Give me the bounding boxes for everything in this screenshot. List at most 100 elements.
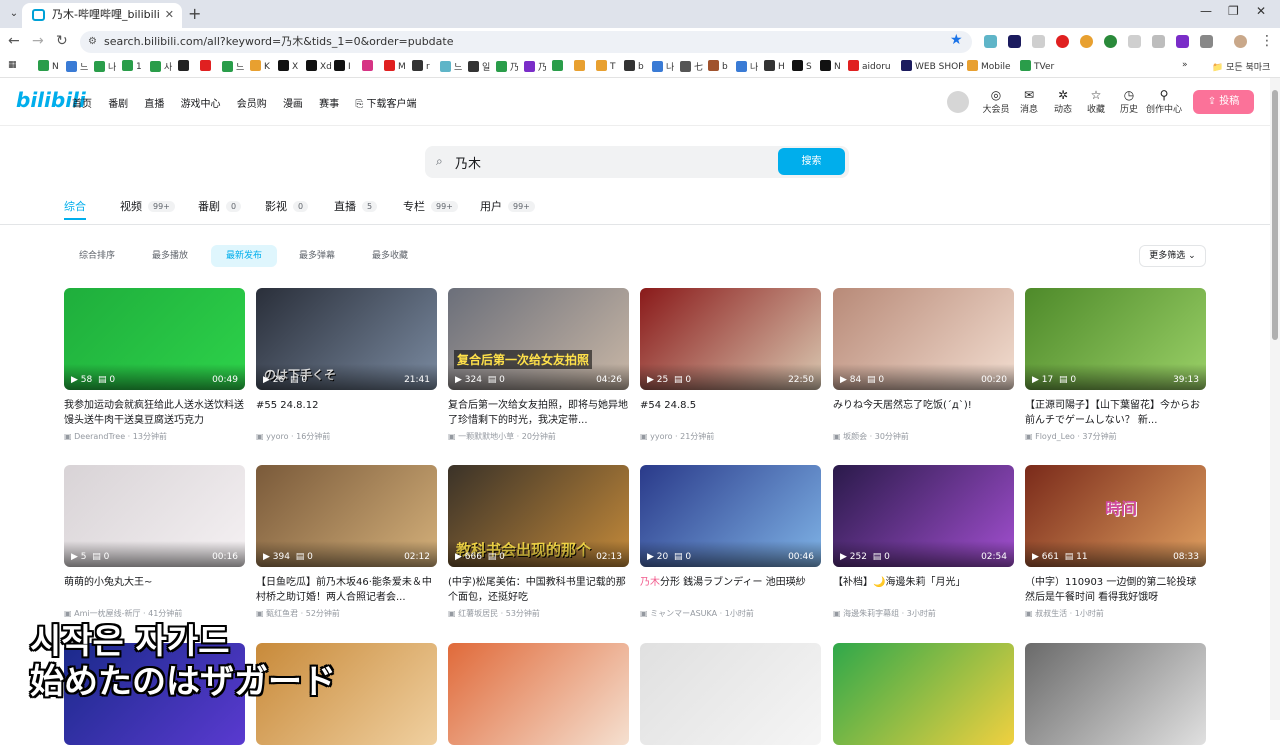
uploader-name[interactable]: 海邊朱莉字幕组 <box>843 609 899 618</box>
bookmark-item[interactable]: b <box>624 60 644 72</box>
nav-item[interactable]: 番剧 <box>108 99 128 110</box>
scrollbar[interactable] <box>1270 78 1280 720</box>
video-thumbnail[interactable] <box>833 643 1014 745</box>
bookmark-item[interactable] <box>362 60 376 72</box>
vip-icon[interactable]: ◎ 大会员 <box>981 88 1011 115</box>
sort-most-played[interactable]: 最多播放 <box>137 245 203 267</box>
bookmark-item[interactable]: N <box>820 60 841 72</box>
bookmark-star-icon[interactable]: ★ <box>950 32 963 48</box>
extension-icon[interactable] <box>1008 35 1021 48</box>
sort-most-danmaku[interactable]: 最多弹幕 <box>284 245 350 267</box>
back-icon[interactable]: ← <box>8 33 20 49</box>
bookmark-item[interactable] <box>552 60 566 72</box>
bookmark-item[interactable] <box>200 60 214 72</box>
tab-movie[interactable]: 影视 0 <box>265 198 309 214</box>
forward-icon[interactable]: → <box>32 33 44 49</box>
history-icon[interactable]: ◷ 历史 <box>1114 88 1144 115</box>
search-input[interactable] <box>455 150 765 174</box>
tab-all[interactable]: 综合 <box>64 198 86 214</box>
video-title[interactable]: 【正源司陽子】【山下葉留花】今からお前んチでゲームしない？ 新... <box>1025 398 1206 428</box>
tab-bangumi[interactable]: 番剧 0 <box>198 198 242 214</box>
nav-item[interactable]: 赛事 <box>319 99 339 110</box>
video-title[interactable]: （中字）110903 一边倒的第二轮投球 然后是午餐时间 看得我好饿呀 <box>1025 575 1206 605</box>
minimize-icon[interactable]: — <box>1200 4 1212 18</box>
bookmark-item[interactable] <box>178 60 192 72</box>
nav-item[interactable]: 会员购 <box>237 99 267 110</box>
dynamic-icon[interactable]: ✲ 动态 <box>1048 88 1078 115</box>
video-thumbnail[interactable]: ▶ 252 ▤ 0 02:54 <box>833 465 1014 567</box>
nav-item[interactable]: 漫画 <box>283 99 303 110</box>
video-card[interactable] <box>640 643 821 745</box>
nav-item-download[interactable]: ⎘ 下载客户端 <box>355 99 429 110</box>
bookmark-item[interactable]: Xd <box>306 60 332 72</box>
video-thumbnail[interactable]: 复合后第一次给女友拍照 ▶ 324 ▤ 0 04:26 <box>448 288 629 390</box>
extension-icon[interactable] <box>1056 35 1069 48</box>
sort-comprehensive[interactable]: 综合排序 <box>64 245 130 267</box>
bookmark-item[interactable]: Mobile <box>967 60 1011 72</box>
tab-video[interactable]: 视频 99+ <box>120 198 175 214</box>
video-card[interactable]: ▶ 5 ▤ 0 00:16 萌萌的小兔丸大王~ ▣ Ami一枕屋线-新厅 · 41分钟… <box>64 465 245 619</box>
video-card[interactable] <box>833 643 1014 745</box>
uploader-name[interactable]: 坂颜会 <box>843 432 867 441</box>
site-info-icon[interactable]: ⚙ <box>88 31 97 53</box>
video-card[interactable]: ▶ 25 ▤ 0 22:50 #54 24.8.5 ▣ yyoro · 21分钟前 <box>640 288 821 442</box>
tab-article[interactable]: 专栏 99+ <box>403 198 458 214</box>
video-thumbnail[interactable] <box>640 643 821 745</box>
bookmark-item[interactable]: r <box>412 60 430 72</box>
video-thumbnail[interactable]: ▶ 58 ▤ 0 00:49 <box>64 288 245 390</box>
video-title[interactable]: 萌萌的小兔丸大王~ <box>64 575 245 605</box>
scrollbar-thumb[interactable] <box>1272 90 1278 340</box>
video-card[interactable]: 時间 ▶ 661 ▤ 11 08:33 （中字）110903 一边倒的第二轮投球 然后… <box>1025 465 1206 619</box>
nav-item[interactable]: 首页 <box>72 99 92 110</box>
bookmark-item[interactable]: 1 <box>122 60 142 72</box>
video-thumbnail[interactable] <box>448 643 629 745</box>
bookmark-item[interactable]: b <box>708 60 728 72</box>
extension-icon[interactable] <box>1152 35 1165 48</box>
sort-newest[interactable]: 最新发布 <box>211 245 278 267</box>
bookmark-item[interactable]: 일 <box>468 60 490 73</box>
new-tab-icon[interactable]: + <box>188 4 201 23</box>
video-title[interactable]: 【日鱼吃瓜】前乃木坂46·能条爱未＆中村桥之助订婚！两人合照记者会... <box>256 575 437 605</box>
favorite-icon[interactable]: ☆ 收藏 <box>1081 88 1111 115</box>
bookmark-item[interactable]: 나 <box>736 60 758 73</box>
video-thumbnail[interactable]: ▶ 17 ▤ 0 39:13 <box>1025 288 1206 390</box>
video-thumbnail[interactable]: ▶ 84 ▤ 0 00:20 <box>833 288 1014 390</box>
bookmark-item[interactable]: H <box>764 60 785 72</box>
reload-icon[interactable]: ↻ <box>56 33 68 49</box>
bookmark-item[interactable] <box>574 60 588 72</box>
video-thumbnail[interactable]: 教科书会出现的那个▶ 666 ▤ 002:13 <box>448 465 629 567</box>
close-window-icon[interactable]: ✕ <box>1256 4 1266 18</box>
bookmark-item[interactable]: X <box>278 60 298 72</box>
video-thumbnail[interactable]: のは下手くそ▶ 26 ▤ 021:41 <box>256 288 437 390</box>
video-card[interactable]: 教科书会出现的那个▶ 666 ▤ 002:13(中字)松尾美佑：中国教科书里记载… <box>448 465 629 619</box>
video-card[interactable]: ▶ 20 ▤ 0 00:46 乃木分形 銭湯ラブンディー 池田瑛紗 ▣ ミャンマーAS… <box>640 465 821 619</box>
message-icon[interactable]: ✉ 消息 <box>1014 88 1044 115</box>
bookmark-item[interactable]: 乃 <box>524 60 547 73</box>
creator-icon[interactable]: ⚲ 创作中心 <box>1144 88 1184 115</box>
address-bar[interactable]: ⚙ search.bilibili.com/all?keyword=乃木&tid… <box>80 31 972 53</box>
video-thumbnail[interactable]: ▶ 20 ▤ 0 00:46 <box>640 465 821 567</box>
video-card[interactable]: ▶ 17 ▤ 0 39:13 【正源司陽子】【山下葉留花】今からお前んチでゲームしな… <box>1025 288 1206 442</box>
bookmark-item[interactable]: 乃 <box>496 60 519 73</box>
extension-icon[interactable] <box>1176 35 1189 48</box>
tab-user[interactable]: 用户 99+ <box>480 198 535 214</box>
browser-menu-icon[interactable]: ⋮ <box>1260 33 1274 49</box>
video-card[interactable]: 复合后第一次给女友拍照 ▶ 324 ▤ 0 04:26 复合后第一次给女友拍照，即将与… <box>448 288 629 442</box>
video-card[interactable]: ▶ 252 ▤ 0 02:54 【补档】🌙海邊朱莉「月光」 ▣ 海邊朱莉字幕组 · 3… <box>833 465 1014 619</box>
video-title[interactable]: #54 24.8.5 <box>640 398 821 428</box>
video-thumbnail[interactable]: ▶ 394 ▤ 0 02:12 <box>256 465 437 567</box>
bookmark-item[interactable]: 나 <box>652 60 674 73</box>
uploader-name[interactable]: yyoro <box>266 432 288 441</box>
bookmark-item[interactable]: 느 <box>440 60 462 73</box>
search-button[interactable]: 搜索 <box>778 148 845 175</box>
extension-icon[interactable] <box>1104 35 1117 48</box>
nav-item[interactable]: 游戏中心 <box>181 99 221 110</box>
uploader-name[interactable]: 一颗默默地小草 <box>458 432 514 441</box>
browser-tab[interactable]: 乃木-哔哩哔哩_bilibili ✕ <box>22 3 182 28</box>
profile-avatar-icon[interactable] <box>1234 35 1247 48</box>
video-thumbnail[interactable]: ▶ 5 ▤ 0 00:16 <box>64 465 245 567</box>
bookmark-item[interactable]: M <box>384 60 406 72</box>
bookmark-item[interactable]: K <box>250 60 270 72</box>
uploader-name[interactable]: ミャンマーASUKA <box>650 609 717 618</box>
extensions-puzzle-icon[interactable] <box>1200 35 1213 48</box>
